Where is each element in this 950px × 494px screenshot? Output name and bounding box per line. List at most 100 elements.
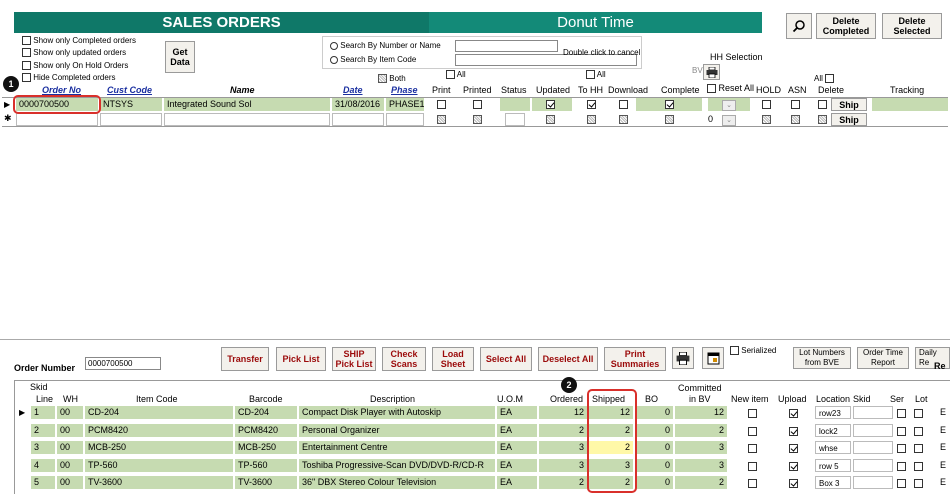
order-time-report-button[interactable]: Order Time Report bbox=[857, 347, 909, 369]
date-cell[interactable]: 31/08/2016 bbox=[332, 98, 384, 111]
new-cust-code[interactable] bbox=[100, 113, 162, 126]
serialized-toggle[interactable]: Serialized bbox=[730, 346, 776, 356]
wh-cell[interactable]: 00 bbox=[57, 406, 83, 419]
skid-input[interactable] bbox=[853, 441, 893, 454]
ordered-cell[interactable]: 2 bbox=[539, 476, 587, 489]
export-button[interactable] bbox=[702, 347, 724, 369]
new-order-no[interactable] bbox=[16, 113, 98, 126]
lot-checkbox[interactable] bbox=[914, 408, 923, 419]
search-by-number-radio[interactable]: Search By Number or Name bbox=[330, 41, 441, 50]
col-phase[interactable]: Phase bbox=[391, 85, 418, 95]
col-reset-all[interactable]: Reset All bbox=[707, 83, 754, 94]
search-button[interactable] bbox=[786, 13, 812, 39]
description-cell[interactable]: Toshiba Progressive-Scan DVD/DVD-R/CD-R bbox=[299, 459, 495, 472]
upload-checkbox[interactable] bbox=[789, 408, 798, 419]
dropdown-arrow-icon[interactable]: ⌄ bbox=[722, 115, 736, 126]
checkbox[interactable] bbox=[825, 74, 835, 84]
search-number-input[interactable] bbox=[455, 40, 558, 52]
ordered-cell[interactable]: 3 bbox=[539, 459, 587, 472]
lot-numbers-button[interactable]: Lot Numbers from BVE bbox=[793, 347, 851, 369]
bo-cell[interactable]: 0 bbox=[635, 459, 673, 472]
new-complete-checkbox[interactable] bbox=[665, 114, 674, 125]
checkbox[interactable] bbox=[446, 70, 455, 80]
check-scans-button[interactable]: Check Scans bbox=[382, 347, 426, 371]
ship-pick-list-button[interactable]: SHIP Pick List bbox=[332, 347, 376, 371]
barcode-cell[interactable]: CD-204 bbox=[235, 406, 297, 419]
checkbox[interactable] bbox=[707, 84, 716, 94]
ordered-cell[interactable]: 12 bbox=[539, 406, 587, 419]
asn-checkbox[interactable] bbox=[791, 99, 800, 110]
wh-cell[interactable]: 00 bbox=[57, 441, 83, 454]
upload-checkbox[interactable] bbox=[789, 426, 798, 437]
skid-input[interactable] bbox=[853, 459, 893, 472]
upload-checkbox[interactable] bbox=[789, 461, 798, 472]
download-checkbox[interactable] bbox=[619, 99, 628, 110]
committed-cell[interactable]: 3 bbox=[675, 441, 727, 454]
new-asn-checkbox[interactable] bbox=[791, 114, 800, 125]
ship-button[interactable]: Ship bbox=[831, 98, 867, 111]
delete-selected-button[interactable]: Delete Selected bbox=[882, 13, 942, 39]
pick-list-button[interactable]: Pick List bbox=[276, 347, 326, 371]
location-input[interactable]: row23 bbox=[815, 406, 851, 419]
bo-cell[interactable]: 0 bbox=[635, 424, 673, 437]
ser-checkbox[interactable] bbox=[897, 426, 906, 437]
name-cell[interactable]: Integrated Sound Sol bbox=[164, 98, 330, 111]
col-date[interactable]: Date bbox=[343, 85, 363, 95]
new-print-checkbox[interactable] bbox=[437, 114, 446, 125]
checkbox[interactable] bbox=[22, 48, 31, 58]
line-cell[interactable]: 3 bbox=[31, 441, 55, 454]
skid-input[interactable] bbox=[853, 406, 893, 419]
wh-cell[interactable]: 00 bbox=[57, 424, 83, 437]
complete-checkbox[interactable] bbox=[665, 99, 674, 110]
deselect-all-button[interactable]: Deselect All bbox=[538, 347, 598, 371]
checkbox[interactable] bbox=[22, 73, 31, 83]
ser-checkbox[interactable] bbox=[897, 461, 906, 472]
new-date[interactable] bbox=[332, 113, 384, 126]
radio[interactable] bbox=[330, 55, 338, 64]
ser-checkbox[interactable] bbox=[897, 478, 906, 489]
description-cell[interactable]: Entertainment Centre bbox=[299, 441, 495, 454]
delete-checkbox[interactable] bbox=[818, 99, 827, 110]
print-checkbox[interactable] bbox=[437, 99, 446, 110]
ser-checkbox[interactable] bbox=[897, 443, 906, 454]
wh-cell[interactable]: 00 bbox=[57, 476, 83, 489]
checkbox[interactable] bbox=[378, 74, 387, 84]
dropdown-arrow-icon[interactable]: ⌄ bbox=[722, 100, 736, 111]
committed-cell[interactable]: 2 bbox=[675, 424, 727, 437]
phase-cell[interactable]: PHASE1 bbox=[386, 98, 424, 111]
wh-cell[interactable]: 00 bbox=[57, 459, 83, 472]
filter-show-completed[interactable]: Show only Completed orders bbox=[22, 36, 136, 46]
lot-checkbox[interactable] bbox=[914, 461, 923, 472]
print-summaries-button[interactable]: Print Summaries bbox=[604, 347, 666, 371]
new-name[interactable] bbox=[164, 113, 330, 126]
new-ship-button[interactable]: Ship bbox=[831, 113, 867, 126]
uom-cell[interactable]: EA bbox=[497, 424, 537, 437]
uom-cell[interactable]: EA bbox=[497, 459, 537, 472]
new-item-checkbox[interactable] bbox=[748, 478, 757, 489]
committed-cell[interactable]: 12 bbox=[675, 406, 727, 419]
all-tohh-toggle[interactable]: All bbox=[586, 70, 606, 80]
load-sheet-button[interactable]: Load Sheet bbox=[432, 347, 474, 371]
transfer-button[interactable]: Transfer bbox=[221, 347, 269, 371]
item-code-cell[interactable]: TP-560 bbox=[85, 459, 233, 472]
barcode-cell[interactable]: TP-560 bbox=[235, 459, 297, 472]
uom-cell[interactable]: EA bbox=[497, 476, 537, 489]
ordered-cell[interactable]: 3 bbox=[539, 441, 587, 454]
item-code-cell[interactable]: CD-204 bbox=[85, 406, 233, 419]
new-download-checkbox[interactable] bbox=[619, 114, 628, 125]
new-item-checkbox[interactable] bbox=[748, 461, 757, 472]
upload-checkbox[interactable] bbox=[789, 478, 798, 489]
tracking-cell[interactable] bbox=[872, 98, 948, 111]
barcode-cell[interactable]: MCB-250 bbox=[235, 441, 297, 454]
radio[interactable] bbox=[330, 41, 338, 50]
line-cell[interactable]: 4 bbox=[31, 459, 55, 472]
committed-cell[interactable]: 3 bbox=[675, 459, 727, 472]
new-phase[interactable] bbox=[386, 113, 424, 126]
skid-input[interactable] bbox=[853, 424, 893, 437]
checkbox[interactable] bbox=[586, 70, 595, 80]
bo-cell[interactable]: 0 bbox=[635, 476, 673, 489]
barcode-cell[interactable]: TV-3600 bbox=[235, 476, 297, 489]
to-hh-checkbox[interactable] bbox=[587, 99, 596, 110]
line-cell[interactable]: 1 bbox=[31, 406, 55, 419]
barcode-cell[interactable]: PCM8420 bbox=[235, 424, 297, 437]
